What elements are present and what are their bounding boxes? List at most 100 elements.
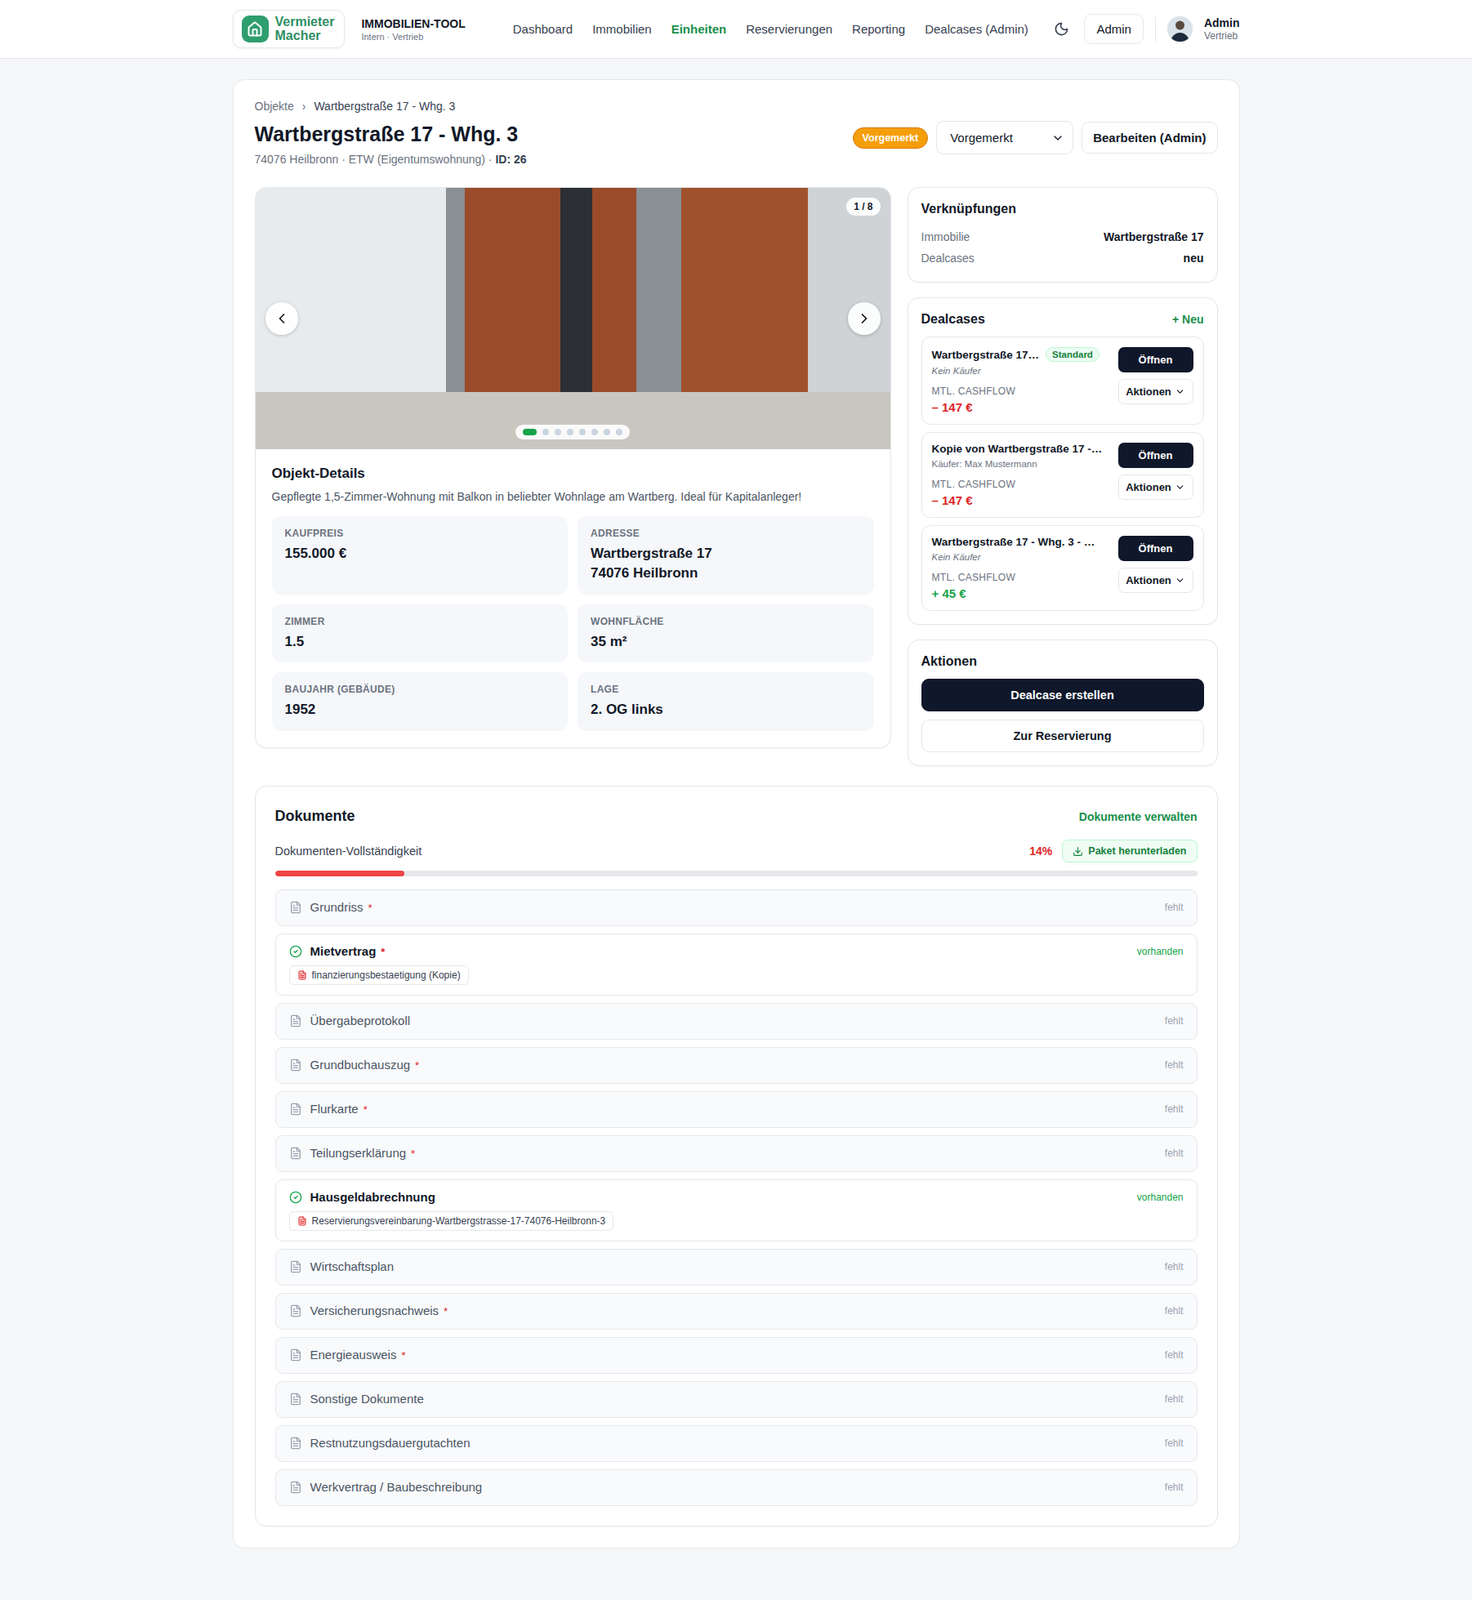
gallery-dot[interactable]	[591, 428, 598, 436]
dealcase-title: Kopie von Wartbergstraße 17 -…	[932, 442, 1103, 455]
document-status: fehlt	[1164, 1393, 1184, 1406]
actions-button[interactable]: Aktionen	[1118, 379, 1194, 405]
file-icon	[289, 901, 303, 915]
dealcase-item: Wartbergstraße 17…StandardKein KäuferMTL…	[921, 336, 1205, 425]
gallery-dot[interactable]	[579, 428, 586, 436]
buyer: Kein Käufer	[932, 365, 1112, 376]
document-row[interactable]: Übergabeprotokollfehlt	[275, 1003, 1198, 1040]
nav-item[interactable]: Dealcases (Admin)	[924, 22, 1029, 36]
title-row: Objekte›Wartbergstraße 17 - Whg. 3Wartbe…	[254, 99, 1218, 166]
dealcase-item: Wartbergstraße 17 - Whg. 3 - …Kein Käufe…	[921, 525, 1205, 612]
gallery-dots	[515, 424, 630, 440]
file-chip[interactable]: finanzierungsbestaetigung (Kopie)	[289, 965, 469, 986]
document-status: vorhanden	[1137, 945, 1184, 958]
open-button[interactable]: Öffnen	[1118, 442, 1194, 469]
nav-item[interactable]: Reservierungen	[745, 22, 833, 36]
document-row[interactable]: Restnutzungsdauergutachtenfehlt	[275, 1425, 1198, 1463]
document-row[interactable]: Werkvertrag / Baubeschreibungfehlt	[275, 1469, 1198, 1507]
gallery-dot[interactable]	[522, 428, 537, 436]
cashflow: – 147 €	[932, 493, 1112, 508]
download-icon	[1072, 846, 1084, 857]
nav-item[interactable]: Reporting	[851, 22, 906, 36]
manage-documents-link[interactable]: Dokumente verwalten	[1079, 810, 1198, 824]
file-icon	[289, 1348, 303, 1362]
details-card: 1 / 8Objekt-DetailsGepflegte 1,5-Zimmer-…	[254, 187, 892, 749]
link-row: ImmobilieWartbergstraße 17	[921, 226, 1205, 248]
document-row[interactable]: Wirtschaftsplanfehlt	[275, 1248, 1198, 1286]
title-block: Objekte›Wartbergstraße 17 - Whg. 3Wartbe…	[254, 99, 527, 166]
document-status: fehlt	[1164, 1305, 1184, 1317]
sidebar: VerknüpfungenImmobilieWartbergstraße 17D…	[907, 187, 1218, 767]
nav-item[interactable]: Dashboard	[512, 22, 573, 36]
document-row[interactable]: Mietvertrag*vorhandenfinanzierungsbestae…	[275, 933, 1198, 996]
top-bar-inner: VermieterMacherIMMOBILIEN-TOOLIntern · V…	[232, 0, 1241, 58]
avatar[interactable]	[1167, 16, 1193, 42]
document-status: fehlt	[1164, 1059, 1184, 1071]
logo-mark	[241, 15, 269, 43]
check-icon	[289, 945, 303, 959]
document-row[interactable]: Grundbuchauszug*fehlt	[275, 1047, 1198, 1084]
detail-field: WOHNFLÄCHE35 m²	[577, 604, 875, 664]
file-icon	[289, 1014, 303, 1028]
status-select[interactable]: Vorgemerkt	[936, 120, 1074, 155]
actions-button[interactable]: Aktionen	[1118, 567, 1194, 594]
gallery-dot[interactable]	[603, 428, 611, 436]
gallery-dot[interactable]	[554, 428, 562, 436]
document-row[interactable]: Versicherungsnachweis*fehlt	[275, 1293, 1198, 1330]
user-info: AdminVertrieb	[1204, 16, 1241, 42]
document-row[interactable]: Teilungserklärung*fehlt	[275, 1135, 1198, 1173]
dealcase-title: Wartbergstraße 17…	[932, 348, 1040, 362]
document-row[interactable]: Sonstige Dokumentefehlt	[275, 1381, 1198, 1419]
role-button[interactable]: Admin	[1083, 13, 1144, 45]
status-group: VorgemerktVorgemerktBearbeiten (Admin)	[852, 120, 1218, 155]
file-icon	[289, 1260, 303, 1274]
document-status: vorhanden	[1137, 1191, 1184, 1204]
subtitle: 74076 Heilbronn · ETW (Eigentumswohnung)…	[254, 152, 527, 166]
action-button[interactable]: Dealcase erstellen	[921, 678, 1205, 712]
edit-button[interactable]: Bearbeiten (Admin)	[1081, 121, 1218, 154]
dealcase-item: Kopie von Wartbergstraße 17 -…Käufer: Ma…	[921, 432, 1205, 518]
status-badge: Vorgemerkt	[852, 127, 929, 149]
download-button[interactable]: Paket herunterladen	[1061, 839, 1197, 863]
nav-item[interactable]: Einheiten	[671, 22, 728, 36]
document-status: fehlt	[1164, 1147, 1184, 1160]
document-row[interactable]: HausgeldabrechnungvorhandenReservierungs…	[275, 1179, 1198, 1242]
prev-button[interactable]	[265, 302, 299, 335]
document-status: fehlt	[1164, 1437, 1184, 1450]
logo[interactable]: VermieterMacher	[232, 9, 346, 50]
gallery: 1 / 8	[255, 187, 891, 450]
nav-item[interactable]: Immobilien	[592, 22, 652, 36]
detail-field: ZIMMER1.5	[272, 604, 569, 664]
gallery-dot[interactable]	[615, 428, 623, 436]
cashflow: + 45 €	[932, 586, 1112, 601]
actions-card: AktionenDealcase erstellenZur Reservieru…	[907, 639, 1218, 767]
open-button[interactable]: Öffnen	[1118, 347, 1194, 373]
breadcrumb-link[interactable]: Objekte	[254, 99, 295, 113]
document-row[interactable]: Grundriss*fehlt	[275, 889, 1198, 927]
action-button[interactable]: Zur Reservierung	[921, 719, 1205, 753]
completeness-percent: 14%	[1029, 844, 1053, 858]
document-list: Grundriss*fehlt Mietvertrag*vorhandenfina…	[275, 889, 1198, 1507]
open-button[interactable]: Öffnen	[1118, 535, 1194, 562]
user-area: Admin AdminVertrieb	[1050, 13, 1240, 45]
moon-icon	[1053, 21, 1070, 37]
required-mark: *	[368, 901, 373, 915]
next-button[interactable]	[847, 302, 881, 335]
document-row[interactable]: Flurkarte*fehlt	[275, 1091, 1198, 1129]
gallery-dot[interactable]	[542, 428, 549, 436]
gallery-dot[interactable]	[566, 428, 574, 436]
document-row[interactable]: Energieausweis*fehlt	[275, 1337, 1198, 1374]
unit-card: Objekte›Wartbergstraße 17 - Whg. 3Wartbe…	[232, 79, 1241, 1549]
top-bar: VermieterMacherIMMOBILIEN-TOOLIntern · V…	[0, 0, 1472, 59]
links-card: VerknüpfungenImmobilieWartbergstraße 17D…	[907, 187, 1218, 283]
chevron-left-icon	[273, 310, 290, 327]
theme-toggle[interactable]	[1050, 17, 1073, 41]
file-icon	[289, 1392, 303, 1406]
completeness-fill	[275, 870, 405, 877]
page: VermieterMacherIMMOBILIEN-TOOLIntern · V…	[0, 0, 1472, 1600]
content-grid: 1 / 8Objekt-DetailsGepflegte 1,5-Zimmer-…	[254, 187, 1218, 767]
required-mark: *	[401, 1349, 406, 1362]
actions-button[interactable]: Aktionen	[1118, 474, 1194, 500]
file-chip[interactable]: Reservierungsvereinbarung-Wartbergstrass…	[289, 1211, 615, 1232]
new-dealcase-link[interactable]: + Neu	[1172, 312, 1205, 326]
